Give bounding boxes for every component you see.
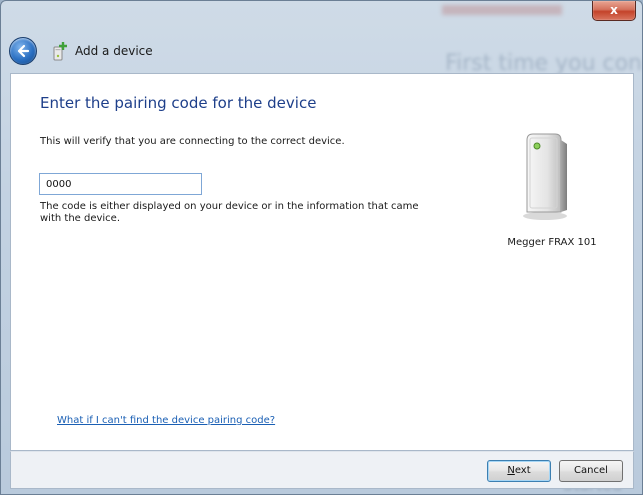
cancel-button[interactable]: Cancel <box>559 460 623 482</box>
window-frame: First time you con Started x Add a devic… <box>0 0 643 495</box>
next-button[interactable]: Next <box>487 460 551 482</box>
pairing-code-help-text: The code is either displayed on your dev… <box>40 201 419 224</box>
page-description: This will verify that you are connecting… <box>40 136 345 147</box>
close-button[interactable]: x <box>592 1 636 21</box>
back-arrow-icon <box>17 44 30 58</box>
close-icon: x <box>610 3 618 17</box>
page-heading: Enter the pairing code for the device <box>40 94 317 112</box>
device-icon <box>521 132 569 222</box>
device-name: Megger FRAX 101 <box>507 237 597 248</box>
background-blur-bar <box>442 5 562 15</box>
content-panel: Enter the pairing code for the device Th… <box>10 73 634 451</box>
back-button[interactable] <box>9 37 37 65</box>
pairing-code-input[interactable] <box>39 173 202 195</box>
wizard-header: Add a device <box>9 35 153 67</box>
add-device-icon <box>51 41 69 61</box>
wizard-title: Add a device <box>75 44 153 58</box>
next-button-label: ext <box>514 465 531 476</box>
wizard-footer: Next Cancel <box>10 451 634 489</box>
pairing-code-help-link[interactable]: What if I can't find the device pairing … <box>57 415 275 426</box>
next-button-mnemonic: N <box>507 465 515 476</box>
